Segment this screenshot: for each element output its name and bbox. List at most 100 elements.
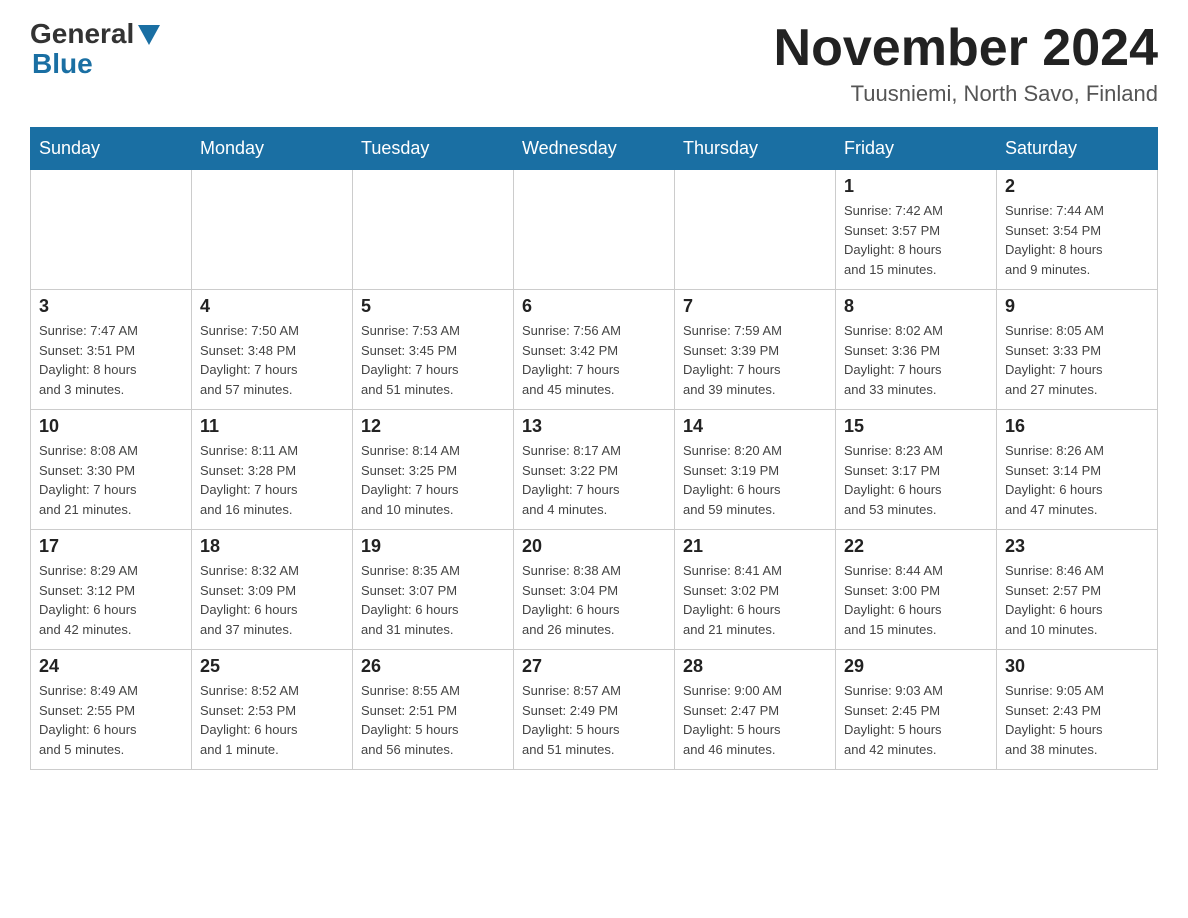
day-number: 26 <box>361 656 505 677</box>
day-number: 13 <box>522 416 666 437</box>
day-number: 18 <box>200 536 344 557</box>
day-number: 23 <box>1005 536 1149 557</box>
day-info: Sunrise: 7:56 AM Sunset: 3:42 PM Dayligh… <box>522 321 666 399</box>
day-number: 15 <box>844 416 988 437</box>
day-number: 12 <box>361 416 505 437</box>
day-info: Sunrise: 8:23 AM Sunset: 3:17 PM Dayligh… <box>844 441 988 519</box>
day-info: Sunrise: 7:50 AM Sunset: 3:48 PM Dayligh… <box>200 321 344 399</box>
calendar-cell: 27 Sunrise: 8:57 AM Sunset: 2:49 PM Dayli… <box>514 650 675 770</box>
page-header: General Blue November 2024 Tuusniemi, No… <box>30 20 1158 107</box>
calendar-cell <box>514 170 675 290</box>
day-info: Sunrise: 7:47 AM Sunset: 3:51 PM Dayligh… <box>39 321 183 399</box>
day-info: Sunrise: 9:00 AM Sunset: 2:47 PM Dayligh… <box>683 681 827 759</box>
day-info: Sunrise: 8:11 AM Sunset: 3:28 PM Dayligh… <box>200 441 344 519</box>
calendar-cell <box>675 170 836 290</box>
day-info: Sunrise: 8:52 AM Sunset: 2:53 PM Dayligh… <box>200 681 344 759</box>
calendar-cell: 22 Sunrise: 8:44 AM Sunset: 3:00 PM Dayli… <box>836 530 997 650</box>
day-number: 17 <box>39 536 183 557</box>
title-section: November 2024 Tuusniemi, North Savo, Fin… <box>774 20 1158 107</box>
day-info: Sunrise: 8:20 AM Sunset: 3:19 PM Dayligh… <box>683 441 827 519</box>
calendar-cell <box>31 170 192 290</box>
location-text: Tuusniemi, North Savo, Finland <box>774 81 1158 107</box>
calendar-cell: 1 Sunrise: 7:42 AM Sunset: 3:57 PM Daylig… <box>836 170 997 290</box>
calendar-cell: 16 Sunrise: 8:26 AM Sunset: 3:14 PM Dayli… <box>997 410 1158 530</box>
day-info: Sunrise: 8:57 AM Sunset: 2:49 PM Dayligh… <box>522 681 666 759</box>
day-info: Sunrise: 8:14 AM Sunset: 3:25 PM Dayligh… <box>361 441 505 519</box>
calendar-cell: 21Sunrise: 8:41 AM Sunset: 3:02 PM Dayli… <box>675 530 836 650</box>
calendar-cell: 25Sunrise: 8:52 AM Sunset: 2:53 PM Dayli… <box>192 650 353 770</box>
calendar-cell: 5 Sunrise: 7:53 AM Sunset: 3:45 PM Daylig… <box>353 290 514 410</box>
day-number: 28 <box>683 656 827 677</box>
calendar-header-saturday: Saturday <box>997 128 1158 170</box>
calendar-header-wednesday: Wednesday <box>514 128 675 170</box>
day-number: 14 <box>683 416 827 437</box>
calendar-header-friday: Friday <box>836 128 997 170</box>
day-number: 1 <box>844 176 988 197</box>
day-info: Sunrise: 7:59 AM Sunset: 3:39 PM Dayligh… <box>683 321 827 399</box>
calendar-week-row: 1 Sunrise: 7:42 AM Sunset: 3:57 PM Daylig… <box>31 170 1158 290</box>
logo-general-text: General <box>30 20 160 50</box>
calendar-cell: 4Sunrise: 7:50 AM Sunset: 3:48 PM Daylig… <box>192 290 353 410</box>
day-info: Sunrise: 8:46 AM Sunset: 2:57 PM Dayligh… <box>1005 561 1149 639</box>
day-info: Sunrise: 7:44 AM Sunset: 3:54 PM Dayligh… <box>1005 201 1149 279</box>
calendar-header-row: SundayMondayTuesdayWednesdayThursdayFrid… <box>31 128 1158 170</box>
day-number: 21 <box>683 536 827 557</box>
day-info: Sunrise: 7:53 AM Sunset: 3:45 PM Dayligh… <box>361 321 505 399</box>
day-info: Sunrise: 8:08 AM Sunset: 3:30 PM Dayligh… <box>39 441 183 519</box>
day-number: 29 <box>844 656 988 677</box>
day-info: Sunrise: 8:05 AM Sunset: 3:33 PM Dayligh… <box>1005 321 1149 399</box>
calendar-week-row: 10 Sunrise: 8:08 AM Sunset: 3:30 PM Dayli… <box>31 410 1158 530</box>
logo-blue-text: Blue <box>32 50 160 78</box>
day-number: 6 <box>522 296 666 317</box>
calendar-cell: 17Sunrise: 8:29 AM Sunset: 3:12 PM Dayli… <box>31 530 192 650</box>
calendar-table: SundayMondayTuesdayWednesdayThursdayFrid… <box>30 127 1158 770</box>
day-info: Sunrise: 8:26 AM Sunset: 3:14 PM Dayligh… <box>1005 441 1149 519</box>
calendar-cell: 7 Sunrise: 7:59 AM Sunset: 3:39 PM Daylig… <box>675 290 836 410</box>
day-number: 8 <box>844 296 988 317</box>
calendar-week-row: 24 Sunrise: 8:49 AM Sunset: 2:55 PM Dayli… <box>31 650 1158 770</box>
day-number: 20 <box>522 536 666 557</box>
day-number: 24 <box>39 656 183 677</box>
calendar-cell: 2 Sunrise: 7:44 AM Sunset: 3:54 PM Daylig… <box>997 170 1158 290</box>
calendar-cell: 12 Sunrise: 8:14 AM Sunset: 3:25 PM Dayli… <box>353 410 514 530</box>
day-number: 10 <box>39 416 183 437</box>
calendar-header-sunday: Sunday <box>31 128 192 170</box>
calendar-cell: 24 Sunrise: 8:49 AM Sunset: 2:55 PM Dayli… <box>31 650 192 770</box>
day-number: 16 <box>1005 416 1149 437</box>
day-number: 7 <box>683 296 827 317</box>
day-info: Sunrise: 8:49 AM Sunset: 2:55 PM Dayligh… <box>39 681 183 759</box>
day-number: 2 <box>1005 176 1149 197</box>
calendar-cell: 26Sunrise: 8:55 AM Sunset: 2:51 PM Dayli… <box>353 650 514 770</box>
day-info: Sunrise: 8:44 AM Sunset: 3:00 PM Dayligh… <box>844 561 988 639</box>
calendar-cell: 14 Sunrise: 8:20 AM Sunset: 3:19 PM Dayli… <box>675 410 836 530</box>
calendar-cell: 29 Sunrise: 9:03 AM Sunset: 2:45 PM Dayli… <box>836 650 997 770</box>
day-info: Sunrise: 9:03 AM Sunset: 2:45 PM Dayligh… <box>844 681 988 759</box>
day-info: Sunrise: 8:32 AM Sunset: 3:09 PM Dayligh… <box>200 561 344 639</box>
day-info: Sunrise: 7:42 AM Sunset: 3:57 PM Dayligh… <box>844 201 988 279</box>
calendar-cell: 9 Sunrise: 8:05 AM Sunset: 3:33 PM Daylig… <box>997 290 1158 410</box>
calendar-cell <box>192 170 353 290</box>
day-number: 27 <box>522 656 666 677</box>
day-number: 9 <box>1005 296 1149 317</box>
calendar-cell: 13Sunrise: 8:17 AM Sunset: 3:22 PM Dayli… <box>514 410 675 530</box>
calendar-week-row: 17Sunrise: 8:29 AM Sunset: 3:12 PM Dayli… <box>31 530 1158 650</box>
day-number: 11 <box>200 416 344 437</box>
day-number: 30 <box>1005 656 1149 677</box>
logo-arrow-icon <box>138 25 160 45</box>
calendar-cell <box>353 170 514 290</box>
calendar-cell: 15 Sunrise: 8:23 AM Sunset: 3:17 PM Dayli… <box>836 410 997 530</box>
calendar-cell: 8 Sunrise: 8:02 AM Sunset: 3:36 PM Daylig… <box>836 290 997 410</box>
day-number: 5 <box>361 296 505 317</box>
day-info: Sunrise: 8:35 AM Sunset: 3:07 PM Dayligh… <box>361 561 505 639</box>
calendar-cell: 10 Sunrise: 8:08 AM Sunset: 3:30 PM Dayli… <box>31 410 192 530</box>
calendar-header-monday: Monday <box>192 128 353 170</box>
calendar-cell: 18 Sunrise: 8:32 AM Sunset: 3:09 PM Dayli… <box>192 530 353 650</box>
calendar-cell: 19Sunrise: 8:35 AM Sunset: 3:07 PM Dayli… <box>353 530 514 650</box>
day-info: Sunrise: 8:02 AM Sunset: 3:36 PM Dayligh… <box>844 321 988 399</box>
calendar-cell: 30Sunrise: 9:05 AM Sunset: 2:43 PM Dayli… <box>997 650 1158 770</box>
calendar-cell: 28 Sunrise: 9:00 AM Sunset: 2:47 PM Dayli… <box>675 650 836 770</box>
day-number: 22 <box>844 536 988 557</box>
calendar-cell: 23 Sunrise: 8:46 AM Sunset: 2:57 PM Dayli… <box>997 530 1158 650</box>
calendar-cell: 11 Sunrise: 8:11 AM Sunset: 3:28 PM Dayli… <box>192 410 353 530</box>
calendar-cell: 20Sunrise: 8:38 AM Sunset: 3:04 PM Dayli… <box>514 530 675 650</box>
